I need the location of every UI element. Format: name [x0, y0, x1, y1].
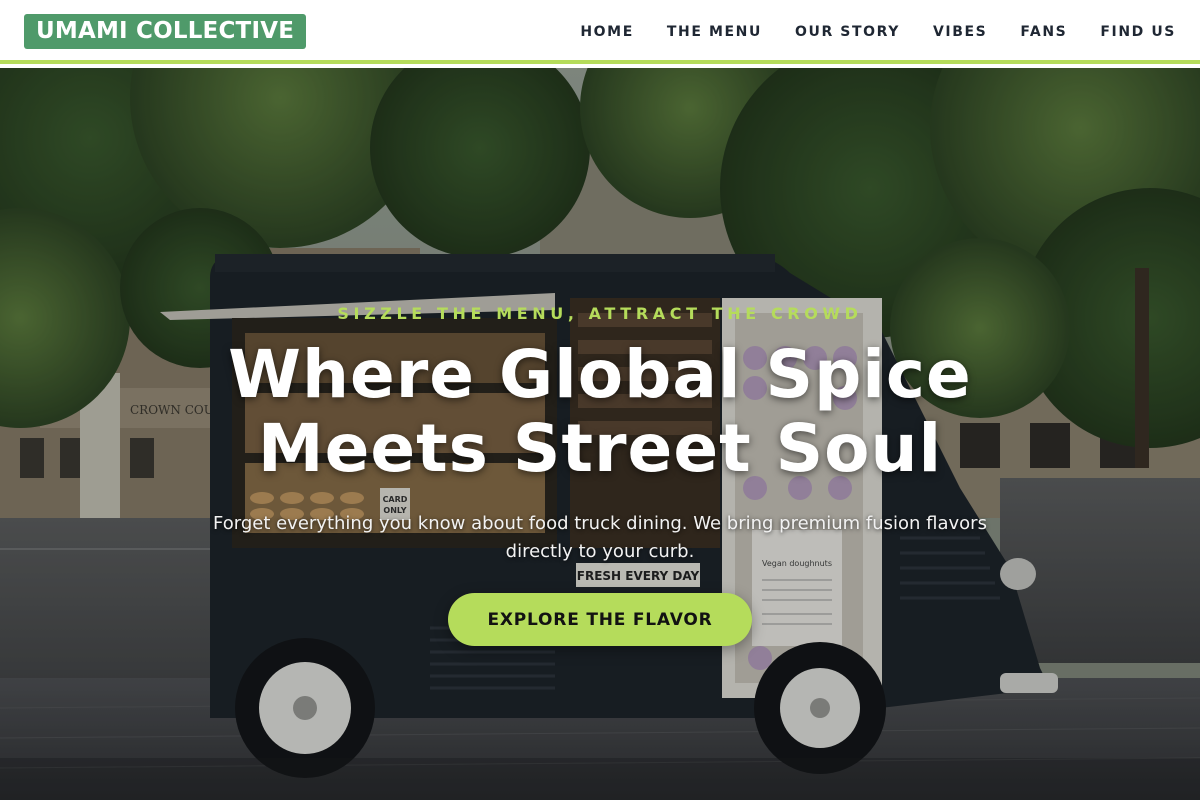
nav-home[interactable]: HOME	[580, 24, 634, 40]
nav-vibes[interactable]: VIBES	[933, 24, 987, 40]
hero-subtext: Forget everything you know about food tr…	[213, 513, 987, 562]
explore-flavor-button[interactable]: EXPLORE THE FLAVOR	[448, 593, 752, 646]
nav-fans[interactable]: FANS	[1020, 24, 1067, 40]
nav-our-story[interactable]: OUR STORY	[795, 24, 900, 40]
hero-section: CROWN COU CARD ONLY FRESH EVERY DAY Vega…	[0, 68, 1200, 800]
hero-headline-line1: Where Global Spice	[228, 336, 972, 413]
site-header: UMAMI COLLECTIVE HOME THE MENU OUR STORY…	[0, 0, 1200, 64]
hero-tagline: SIZZLE THE MENU, ATTRACT THE CROWD	[337, 304, 863, 323]
hero-headline-line2: Meets Street Soul	[257, 410, 943, 487]
nav-find-us[interactable]: FIND US	[1100, 24, 1176, 40]
nav-the-menu[interactable]: THE MENU	[667, 24, 762, 40]
hero-headline: Where Global Spice Meets Street Soul	[0, 338, 1200, 486]
site-logo[interactable]: UMAMI COLLECTIVE	[24, 14, 307, 49]
main-nav: HOME THE MENU OUR STORY VIBES FANS FIND …	[547, 0, 1176, 64]
